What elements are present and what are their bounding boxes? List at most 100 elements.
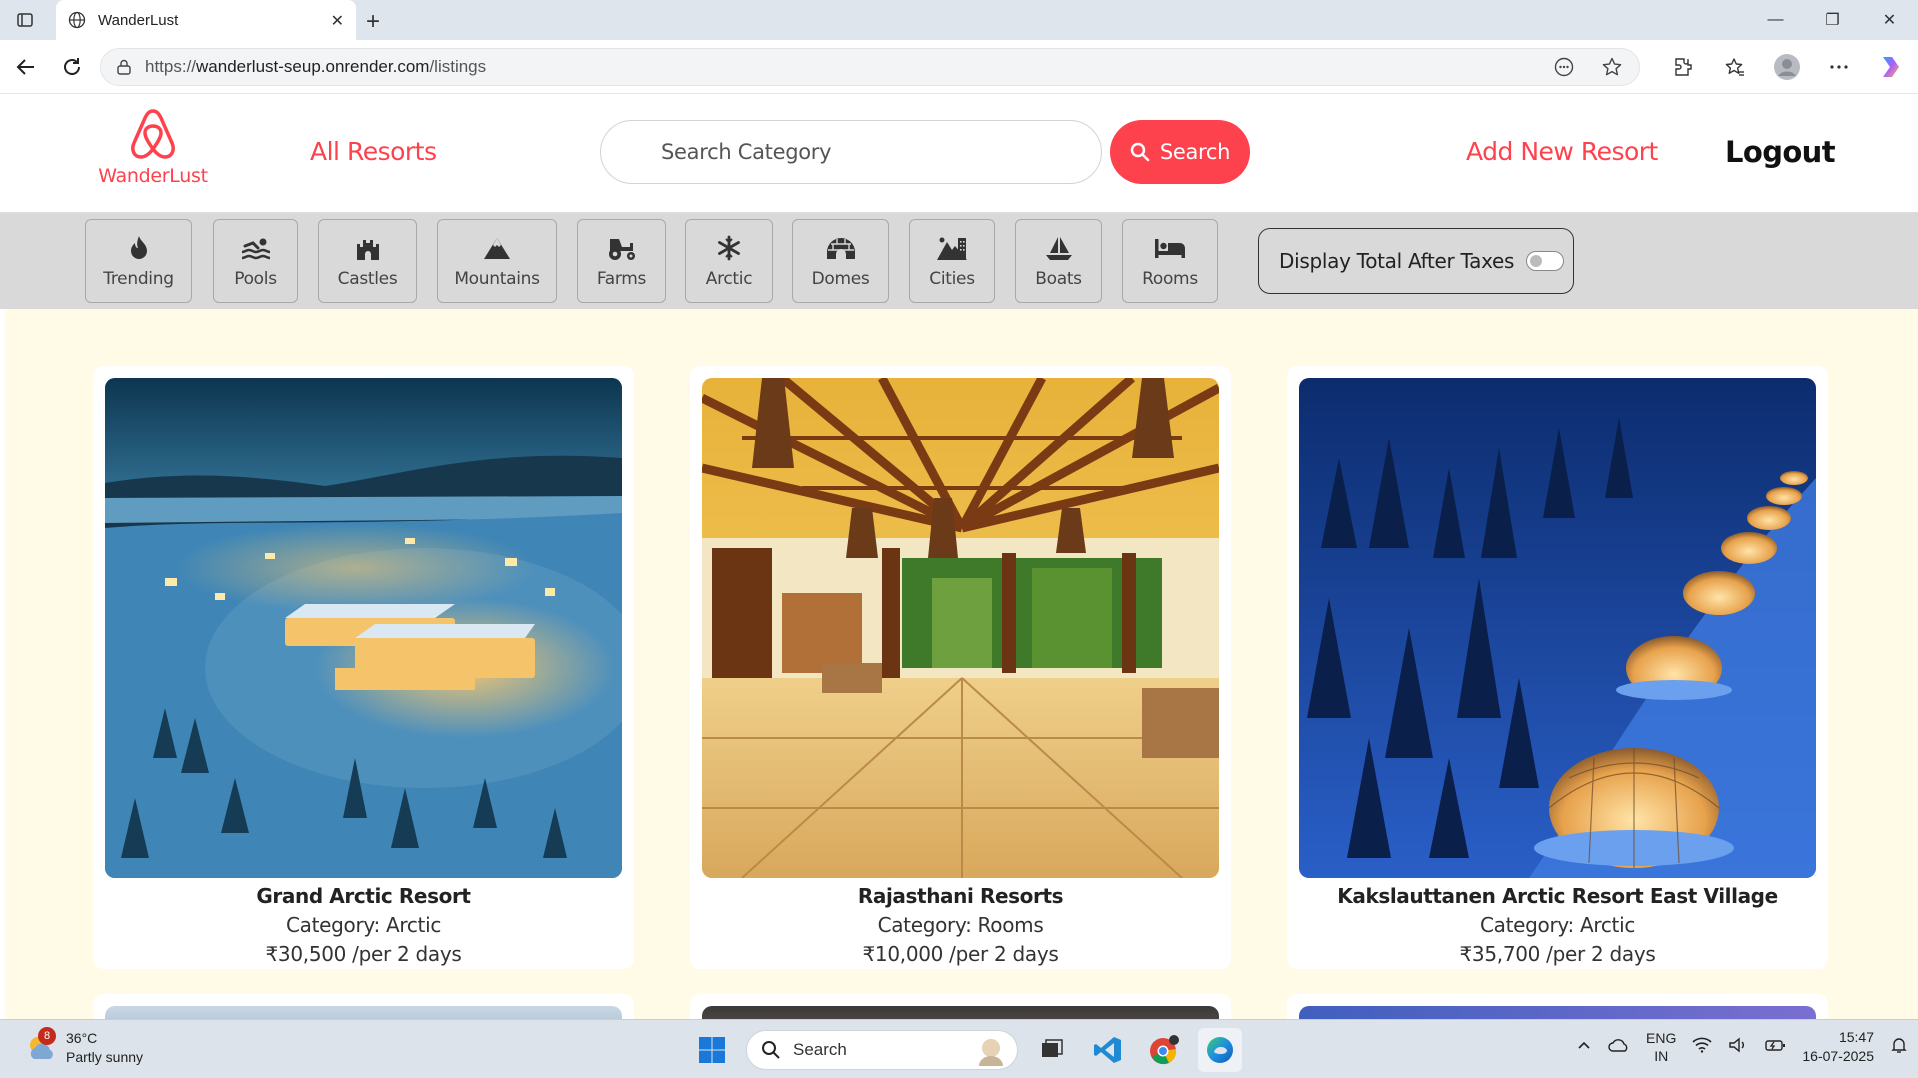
bed-icon [1154, 233, 1186, 263]
tax-toggle[interactable]: Display Total After Taxes [1258, 228, 1574, 294]
notification-badge: 8 [38, 1027, 56, 1045]
restore-icon[interactable]: ❐ [1804, 0, 1861, 40]
tax-switch[interactable] [1526, 251, 1565, 271]
extensions-icon[interactable] [1664, 48, 1702, 86]
filter-label: Arctic [705, 269, 753, 289]
browser-toolbar-right [1664, 48, 1910, 86]
listing-price: ₹35,700 /per 2 days [1459, 942, 1656, 966]
filter-pools[interactable]: Pools [213, 219, 298, 303]
search-button[interactable]: Search [1110, 120, 1250, 184]
clock-date: 16-07-2025 [1802, 1048, 1874, 1064]
filter-label: Pools [234, 269, 277, 289]
url-field[interactable]: https://wanderlust-seup.onrender.com/lis… [100, 48, 1640, 86]
listing-category: Category: Arctic [1479, 913, 1636, 937]
listing-image[interactable] [105, 378, 622, 878]
search-icon [1130, 142, 1150, 162]
onedrive-icon[interactable] [1608, 1037, 1630, 1058]
listing-card[interactable]: Kakslauttanen Arctic Resort East Village… [1287, 366, 1828, 969]
clock-time: 15:47 [1838, 1029, 1874, 1045]
task-view-icon[interactable] [1030, 1028, 1074, 1072]
notifications-bell-icon[interactable] [1890, 1036, 1908, 1059]
tab-actions-icon[interactable] [12, 7, 38, 33]
all-resorts-link[interactable]: All Resorts [310, 137, 437, 166]
listing-card[interactable]: Grand Arctic Resort Category: Arctic ₹30… [93, 366, 634, 969]
listing-category: Category: Arctic [285, 913, 442, 937]
volume-icon[interactable] [1728, 1037, 1748, 1058]
favorites-icon[interactable] [1716, 48, 1754, 86]
filter-label: Castles [337, 269, 398, 289]
chevron-up-icon[interactable] [1576, 1037, 1592, 1058]
listing-image[interactable] [702, 378, 1219, 878]
listing-title: Grand Arctic Resort [256, 884, 471, 908]
listing-image[interactable] [105, 1006, 622, 1019]
weather-widget[interactable]: 8 36°C Partly sunny [24, 1027, 144, 1067]
browser-tabbar: WanderLust ✕ + — ❐ ✕ [0, 0, 1918, 40]
edge-icon[interactable] [1198, 1028, 1242, 1072]
filter-label: Cities [929, 269, 975, 289]
filter-mountains[interactable]: Mountains [437, 219, 557, 303]
search-icon [762, 1041, 780, 1059]
window-close-icon[interactable]: ✕ [1861, 0, 1918, 40]
vscode-icon[interactable] [1086, 1028, 1130, 1072]
windows-start-icon[interactable] [690, 1028, 734, 1072]
os-taskbar: 8 36°C Partly sunny Search ENG IN 15:47 … [0, 1019, 1918, 1078]
new-tab-icon[interactable]: + [366, 8, 380, 36]
search-category-input[interactable]: Search Category [600, 120, 1102, 184]
logo-text: WanderLust [98, 165, 208, 187]
weather-desc: Partly sunny [66, 1049, 144, 1065]
castle-icon [355, 233, 381, 263]
close-tab-icon[interactable]: ✕ [331, 11, 344, 30]
listings-grid: Grand Arctic Resort Category: Arctic ₹30… [5, 309, 1918, 1019]
switch-knob [1530, 255, 1543, 267]
listing-category: Category: Rooms [877, 913, 1044, 937]
tractor-icon [606, 233, 638, 263]
site-info-icon[interactable] [115, 58, 133, 76]
back-arrow-icon[interactable] [6, 47, 46, 87]
listing-card-partial[interactable] [1287, 994, 1828, 1019]
swimmer-icon [241, 233, 271, 263]
add-new-resort-link[interactable]: Add New Resort [1466, 137, 1658, 166]
filter-rooms[interactable]: Rooms [1122, 219, 1218, 303]
logout-link[interactable]: Logout [1725, 135, 1836, 169]
filter-boats[interactable]: Boats [1015, 219, 1102, 303]
brand-logo[interactable]: WanderLust [98, 107, 208, 187]
language-indicator[interactable]: ENG IN [1646, 1029, 1676, 1065]
listing-card[interactable]: Rajasthani Resorts Category: Rooms ₹10,0… [690, 366, 1231, 969]
filter-label: Mountains [454, 269, 540, 289]
filter-arctic[interactable]: Arctic [685, 219, 773, 303]
mountain-icon [483, 233, 511, 263]
filter-castles[interactable]: Castles [318, 219, 417, 303]
wifi-icon[interactable] [1692, 1037, 1712, 1058]
filter-label: Domes [811, 269, 870, 289]
filter-domes[interactable]: Domes [792, 219, 889, 303]
filter-cities[interactable]: Cities [909, 219, 995, 303]
browser-tab[interactable]: WanderLust ✕ [56, 0, 356, 40]
chrome-icon[interactable] [1142, 1028, 1186, 1072]
listing-image[interactable] [1299, 1006, 1816, 1019]
refresh-icon[interactable] [52, 47, 92, 87]
tax-toggle-label: Display Total After Taxes [1279, 249, 1515, 273]
listing-card-partial[interactable] [690, 994, 1231, 1019]
copilot-icon[interactable] [1872, 48, 1910, 86]
favorite-star-icon[interactable] [1599, 54, 1625, 80]
clock[interactable]: 15:47 16-07-2025 [1802, 1028, 1874, 1066]
battery-icon[interactable] [1764, 1037, 1786, 1058]
reading-mode-icon[interactable] [1551, 54, 1577, 80]
filters-bar: Trending Pools Castles Mountains Farms A… [0, 213, 1918, 309]
filter-farms[interactable]: Farms [577, 219, 666, 303]
minimize-icon[interactable]: — [1747, 0, 1804, 40]
listing-card-partial[interactable] [93, 994, 634, 1019]
sailboat-icon [1044, 233, 1074, 263]
search-highlight-icon [979, 1039, 1003, 1066]
system-tray: ENG IN 15:47 16-07-2025 [1576, 1028, 1908, 1066]
profile-avatar-icon[interactable] [1768, 48, 1806, 86]
filter-trending[interactable]: Trending [85, 219, 192, 303]
listing-price: ₹10,000 /per 2 days [862, 942, 1059, 966]
taskbar-search[interactable]: Search [746, 1030, 1018, 1070]
filter-label: Rooms [1142, 269, 1198, 289]
listing-price: ₹30,500 /per 2 days [265, 942, 462, 966]
listing-image[interactable] [702, 1006, 1219, 1019]
more-menu-icon[interactable] [1820, 48, 1858, 86]
weather-temp: 36°C [66, 1030, 98, 1046]
listing-image[interactable] [1299, 378, 1816, 878]
